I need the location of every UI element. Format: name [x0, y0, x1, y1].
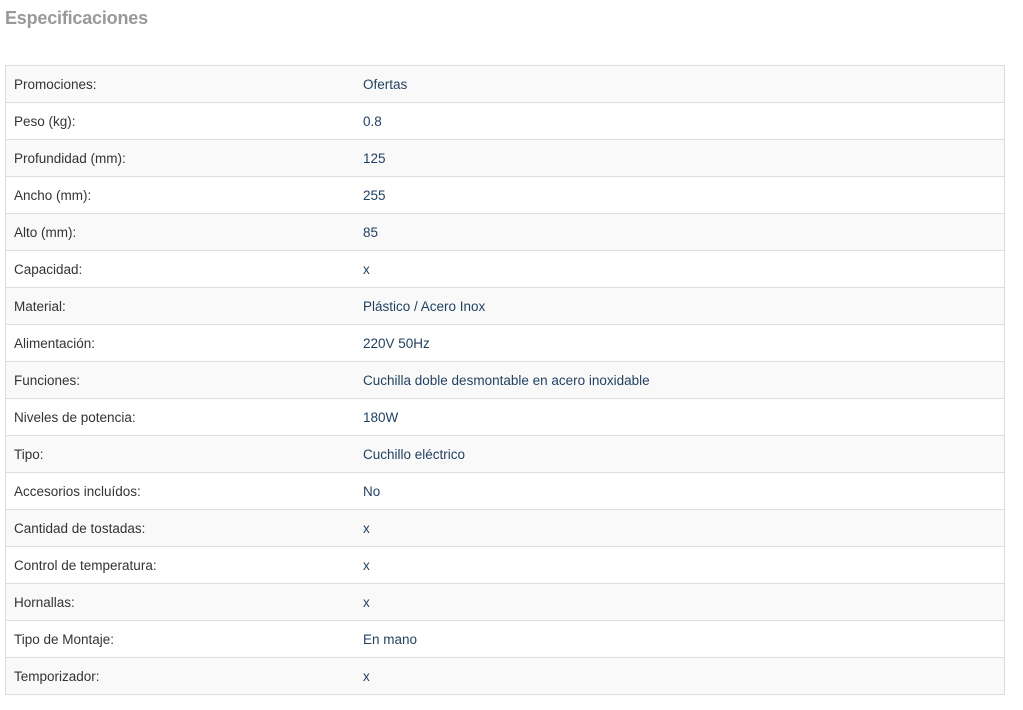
spec-value: 220V 50Hz — [355, 324, 1005, 362]
spec-value: 255 — [355, 176, 1005, 214]
spec-row: Hornallas: x — [5, 583, 1005, 621]
section-title: Especificaciones — [5, 8, 148, 28]
spec-row: Capacidad: x — [5, 250, 1005, 288]
spec-row: Funciones: Cuchilla doble desmontable en … — [5, 361, 1005, 399]
spec-label: Peso (kg): — [5, 102, 355, 140]
spec-value: x — [355, 657, 1005, 695]
spec-value: x — [355, 250, 1005, 288]
spec-row: Cantidad de tostadas: x — [5, 509, 1005, 547]
spec-row: Ancho (mm): 255 — [5, 176, 1005, 214]
spec-label: Tipo de Montaje: — [5, 620, 355, 658]
spec-row: Profundidad (mm): 125 — [5, 139, 1005, 177]
spec-label: Capacidad: — [5, 250, 355, 288]
spec-value: Cuchilla doble desmontable en acero inox… — [355, 361, 1005, 399]
spec-row: Control de temperatura: x — [5, 546, 1005, 584]
spec-label: Cantidad de tostadas: — [5, 509, 355, 547]
spec-row: Accesorios incluídos: No — [5, 472, 1005, 510]
spec-label: Tipo: — [5, 435, 355, 473]
spec-row: Alimentación: 220V 50Hz — [5, 324, 1005, 362]
spec-value: Plástico / Acero Inox — [355, 287, 1005, 325]
spec-label: Funciones: — [5, 361, 355, 399]
spec-label: Niveles de potencia: — [5, 398, 355, 436]
spec-value: En mano — [355, 620, 1005, 658]
spec-value: 85 — [355, 213, 1005, 251]
spec-value: x — [355, 546, 1005, 584]
spec-label: Alimentación: — [5, 324, 355, 362]
spec-value: 125 — [355, 139, 1005, 177]
specifications-table: Promociones: Ofertas Peso (kg): 0.8 Profundi… — [5, 65, 1005, 695]
spec-label: Accesorios incluídos: — [5, 472, 355, 510]
spec-value: No — [355, 472, 1005, 510]
spec-value: x — [355, 509, 1005, 547]
spec-label: Promociones: — [14, 76, 97, 92]
spec-row: Temporizador: x — [5, 657, 1005, 695]
spec-label: Control de temperatura: — [5, 546, 355, 584]
spec-label: Material: — [5, 287, 355, 325]
spec-value: Ofertas — [363, 76, 408, 92]
spec-row: Promociones: Ofertas — [5, 65, 1005, 103]
spec-value: 180W — [355, 398, 1005, 436]
spec-row: Tipo: Cuchillo eléctrico — [5, 435, 1005, 473]
spec-row: Material: Plástico / Acero Inox — [5, 287, 1005, 325]
spec-label: Profundidad (mm): — [5, 139, 355, 177]
spec-value: Cuchillo eléctrico — [355, 435, 1005, 473]
spec-row: Niveles de potencia: 180W — [5, 398, 1005, 436]
spec-label: Ancho (mm): — [5, 176, 355, 214]
spec-row: Peso (kg): 0.8 — [5, 102, 1005, 140]
spec-row: Tipo de Montaje: En mano — [5, 620, 1005, 658]
specifications-table-body: Promociones: Ofertas Peso (kg): 0.8 Profundi… — [5, 65, 1005, 695]
spec-label: Alto (mm): — [5, 213, 355, 251]
spec-label: Hornallas: — [5, 583, 355, 621]
spec-label: Temporizador: — [5, 657, 355, 695]
spec-value: 0.8 — [355, 102, 1005, 140]
spec-value: x — [355, 583, 1005, 621]
spec-row: Alto (mm): 85 — [5, 213, 1005, 251]
